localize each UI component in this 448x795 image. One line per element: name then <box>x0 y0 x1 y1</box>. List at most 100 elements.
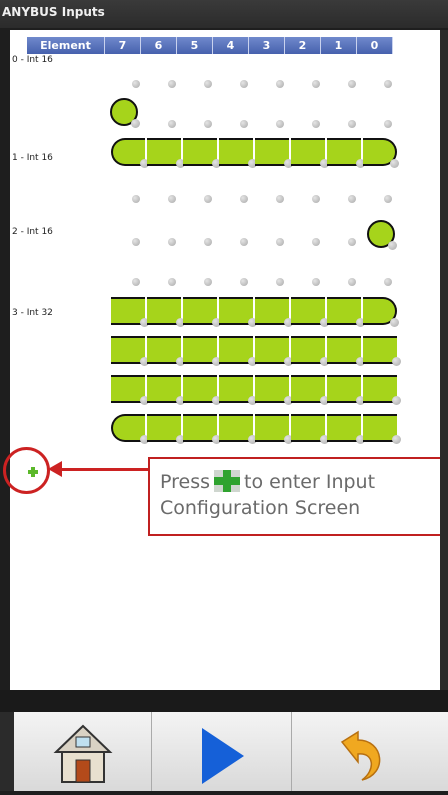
bit-off[interactable] <box>204 120 212 128</box>
bit-on[interactable] <box>147 138 185 168</box>
callout-box: Press to enter Input Configuration Screen <box>148 457 448 536</box>
bit-on[interactable] <box>363 375 401 405</box>
bit-off[interactable] <box>168 80 176 88</box>
bit-off[interactable] <box>168 278 176 286</box>
bit-off[interactable] <box>312 278 320 286</box>
bit-on[interactable] <box>363 138 399 168</box>
bit-on[interactable] <box>183 336 221 366</box>
bit-off[interactable] <box>312 120 320 128</box>
bit-off[interactable] <box>204 238 212 246</box>
bit-on[interactable] <box>367 220 397 250</box>
bit-off[interactable] <box>276 278 284 286</box>
bit-on[interactable] <box>219 138 257 168</box>
row-label: 2 - Int 16 <box>12 227 53 237</box>
home-button[interactable] <box>14 712 152 791</box>
bit-on[interactable] <box>255 375 293 405</box>
bit-on[interactable] <box>147 375 185 405</box>
bit-on[interactable] <box>363 336 401 366</box>
bit-off[interactable] <box>240 195 248 203</box>
bit-off[interactable] <box>276 120 284 128</box>
bit-on[interactable] <box>255 138 293 168</box>
callout-line2: Configuration Screen <box>160 497 361 519</box>
bit-off[interactable] <box>204 278 212 286</box>
bit-on[interactable] <box>255 297 293 327</box>
bit-off[interactable] <box>348 120 356 128</box>
bit-on[interactable] <box>219 414 257 444</box>
inputs-panel: Element 7 6 5 4 3 2 1 0 0 - Int 16 1 - Int 16 2 - … <box>10 30 448 690</box>
bit-off[interactable] <box>132 238 140 246</box>
bit-on[interactable] <box>183 414 221 444</box>
bit-on[interactable] <box>111 138 149 168</box>
bit-off[interactable] <box>240 278 248 286</box>
bit-off[interactable] <box>384 195 392 203</box>
row-label: 1 - Int 16 <box>12 153 53 163</box>
bit-on[interactable] <box>219 336 257 366</box>
bit-on[interactable] <box>111 375 149 405</box>
bit-off[interactable] <box>348 195 356 203</box>
undo-button[interactable] <box>292 712 448 791</box>
bit-on[interactable] <box>111 297 149 327</box>
bit-on[interactable] <box>111 336 149 366</box>
callout-circle <box>3 447 50 494</box>
bit-on[interactable] <box>327 336 365 366</box>
bit-off[interactable] <box>276 80 284 88</box>
header-bit-3: 3 <box>249 37 285 54</box>
bit-off[interactable] <box>132 80 140 88</box>
bit-off[interactable] <box>204 80 212 88</box>
undo-icon <box>340 730 381 781</box>
bit-off[interactable] <box>168 238 176 246</box>
bit-off[interactable] <box>276 238 284 246</box>
bit-on[interactable] <box>183 138 221 168</box>
bit-off[interactable] <box>204 195 212 203</box>
bit-off[interactable] <box>132 278 140 286</box>
bit-off[interactable] <box>240 238 248 246</box>
bit-off[interactable] <box>384 120 392 128</box>
bit-on[interactable] <box>291 414 329 444</box>
header-bit-7: 7 <box>105 37 141 54</box>
callout-text: Press to enter Input Configuration Screen <box>160 469 375 521</box>
bit-off[interactable] <box>312 80 320 88</box>
bottom-toolbar <box>0 712 448 791</box>
bit-off[interactable] <box>168 195 176 203</box>
bit-off[interactable] <box>348 238 356 246</box>
scrollbar[interactable] <box>440 30 448 690</box>
bit-on[interactable] <box>219 375 257 405</box>
bit-on[interactable] <box>219 297 257 327</box>
bit-off[interactable] <box>276 195 284 203</box>
bit-off[interactable] <box>384 80 392 88</box>
bit-off[interactable] <box>168 120 176 128</box>
bit-on[interactable] <box>291 336 329 366</box>
bit-on[interactable] <box>291 297 329 327</box>
bit-on[interactable] <box>147 414 185 444</box>
bit-on[interactable] <box>183 375 221 405</box>
bit-off[interactable] <box>240 80 248 88</box>
bit-on[interactable] <box>291 375 329 405</box>
bit-off[interactable] <box>312 195 320 203</box>
bit-on[interactable] <box>110 98 140 128</box>
bit-on[interactable] <box>327 297 365 327</box>
bit-on[interactable] <box>147 336 185 366</box>
bit-on[interactable] <box>183 297 221 327</box>
bit-off[interactable] <box>384 278 392 286</box>
callout-line1-after: to enter Input <box>244 471 376 493</box>
bit-off[interactable] <box>312 238 320 246</box>
bit-on[interactable] <box>255 336 293 366</box>
run-button[interactable] <box>152 712 292 791</box>
header-bit-4: 4 <box>213 37 249 54</box>
title-bar: ANYBUS Inputs <box>0 0 448 28</box>
bit-on[interactable] <box>363 414 401 444</box>
bit-on[interactable] <box>147 297 185 327</box>
row-label: 0 - Int 16 <box>12 55 53 65</box>
bit-on[interactable] <box>363 297 399 327</box>
bit-off[interactable] <box>348 80 356 88</box>
bit-off[interactable] <box>132 195 140 203</box>
bit-off[interactable] <box>348 278 356 286</box>
bit-on[interactable] <box>327 414 365 444</box>
bit-on[interactable] <box>327 375 365 405</box>
play-icon <box>202 728 244 784</box>
bit-on[interactable] <box>291 138 329 168</box>
bit-on[interactable] <box>255 414 293 444</box>
bit-on[interactable] <box>327 138 365 168</box>
bit-off[interactable] <box>240 120 248 128</box>
bit-on[interactable] <box>111 414 149 444</box>
